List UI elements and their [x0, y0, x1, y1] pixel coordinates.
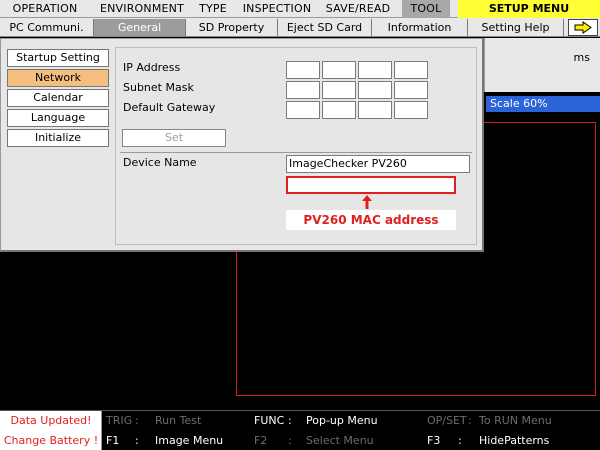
- status-data-updated: Data Updated!: [10, 414, 92, 427]
- opset-key-label: OP/SET: [427, 414, 467, 427]
- func-key-colon: :: [288, 414, 292, 427]
- gateway-octet-1[interactable]: [286, 101, 320, 119]
- subnet-octet-4[interactable]: [394, 81, 428, 99]
- ip-octet-3[interactable]: [358, 61, 392, 79]
- arrow-up-icon: [362, 195, 372, 209]
- tab-pc-communi[interactable]: PC Communi.: [0, 19, 94, 36]
- side-item-calendar[interactable]: Calendar: [7, 89, 109, 107]
- func-popup-menu[interactable]: Pop-up Menu: [306, 411, 378, 431]
- gateway-octet-4[interactable]: [394, 101, 428, 119]
- default-gateway-label: Default Gateway: [123, 101, 216, 114]
- tab-eject-sd-card[interactable]: Eject SD Card: [278, 19, 372, 36]
- f3-hide-patterns[interactable]: HidePatterns: [479, 431, 549, 450]
- menu-save-read[interactable]: SAVE/READ: [322, 0, 394, 18]
- general-settings-dialog: Startup Setting Network Calendar Languag…: [0, 38, 484, 252]
- mac-address-field: [286, 176, 456, 194]
- tab-setting-help[interactable]: Setting Help: [468, 19, 564, 36]
- status-message-box: Data Updated! Change Battery !: [0, 411, 102, 450]
- tab-information[interactable]: Information: [372, 19, 468, 36]
- opset-to-run-menu[interactable]: To RUN Menu: [479, 411, 552, 431]
- func-key-label: FUNC: [254, 414, 285, 427]
- setup-menu-title: SETUP MENU: [458, 0, 600, 18]
- tab-next-button[interactable]: [568, 19, 598, 36]
- set-button[interactable]: Set: [122, 129, 226, 147]
- subnet-mask-label: Subnet Mask: [123, 81, 194, 94]
- subnet-octet-2[interactable]: [322, 81, 356, 99]
- f2-key-colon: :: [288, 434, 292, 447]
- form-divider: [120, 152, 472, 153]
- side-item-network[interactable]: Network: [7, 69, 109, 87]
- ip-address-label: IP Address: [123, 61, 181, 74]
- side-item-initialize[interactable]: Initialize: [7, 129, 109, 147]
- f1-key-label: F1: [106, 434, 120, 447]
- trig-key-label: TRIG: [106, 414, 133, 427]
- time-readout-box: ms: [484, 38, 600, 92]
- side-item-language[interactable]: Language: [7, 109, 109, 127]
- status-change-battery: Change Battery !: [3, 434, 99, 447]
- main-menu-bar: OPERATION ENVIRONMENT TYPE INSPECTION SA…: [0, 0, 600, 18]
- setup-tab-bar: PC Communi. General SD Property Eject SD…: [0, 18, 600, 37]
- mac-address-annotation: PV260 MAC address: [286, 210, 456, 230]
- network-settings-panel: IP Address Subnet Mask Default Gateway S…: [115, 47, 477, 245]
- tab-sd-property[interactable]: SD Property: [186, 19, 278, 36]
- ip-octet-2[interactable]: [322, 61, 356, 79]
- f3-key-colon: :: [458, 434, 462, 447]
- device-name-label: Device Name: [123, 156, 197, 169]
- time-unit-label: ms: [573, 51, 590, 64]
- subnet-octet-1[interactable]: [286, 81, 320, 99]
- f2-key-label: F2: [254, 434, 268, 447]
- menu-tool[interactable]: TOOL: [402, 0, 450, 18]
- f1-key-colon: :: [135, 434, 139, 447]
- menu-type[interactable]: TYPE: [190, 0, 236, 18]
- trig-key-colon: :: [135, 414, 139, 427]
- menu-inspection[interactable]: INSPECTION: [240, 0, 314, 18]
- menu-operation[interactable]: OPERATION: [4, 0, 86, 18]
- ip-octet-1[interactable]: [286, 61, 320, 79]
- device-name-field[interactable]: ImageChecker PV260: [286, 155, 470, 173]
- side-item-startup-setting[interactable]: Startup Setting: [7, 49, 109, 67]
- gateway-octet-3[interactable]: [358, 101, 392, 119]
- general-side-menu: Startup Setting Network Calendar Languag…: [7, 49, 109, 149]
- f3-key-label: F3: [427, 434, 441, 447]
- ip-octet-4[interactable]: [394, 61, 428, 79]
- scale-indicator: Scale 60%: [486, 96, 600, 112]
- f1-image-menu[interactable]: Image Menu: [155, 431, 223, 450]
- gateway-octet-2[interactable]: [322, 101, 356, 119]
- menu-environment[interactable]: ENVIRONMENT: [94, 0, 190, 18]
- opset-key-colon: :: [468, 414, 472, 427]
- tab-general[interactable]: General: [94, 19, 186, 36]
- function-key-bar: Data Updated! Change Battery ! TRIG : Ru…: [0, 410, 600, 450]
- f2-select-menu[interactable]: Select Menu: [306, 431, 374, 450]
- subnet-octet-3[interactable]: [358, 81, 392, 99]
- arrow-right-icon: [574, 21, 592, 34]
- trig-run-test[interactable]: Run Test: [155, 411, 201, 431]
